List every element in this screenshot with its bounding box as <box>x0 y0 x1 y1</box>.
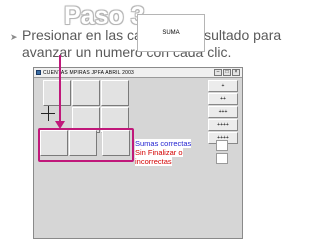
unfinished-label: Sin Finalizar o <box>135 148 183 157</box>
incorrect-count-box <box>216 153 228 164</box>
crosshair-cursor-icon <box>48 106 49 121</box>
close-icon[interactable]: × <box>232 69 240 76</box>
operation-button[interactable]: + <box>208 80 238 92</box>
slide-title: Paso 3 <box>64 2 145 30</box>
correct-sums-label: Sumas correctas <box>135 139 192 148</box>
sum-label: SUMA <box>162 30 180 36</box>
operation-button[interactable]: ++++ <box>208 119 238 131</box>
minimize-icon[interactable]: – <box>214 69 222 76</box>
app-icon <box>36 70 41 75</box>
correct-count-box <box>216 140 228 151</box>
operation-button[interactable]: ++ <box>208 93 238 105</box>
window-titlebar: CUENTAS MPIRAS JPFA ABRIL 2003 – □ × <box>34 68 242 78</box>
window-title: CUENTAS MPIRAS JPFA ABRIL 2003 <box>43 69 135 76</box>
result-cells-highlight <box>38 128 134 162</box>
incorrect-label: incorrectas <box>135 157 172 166</box>
pointer-arrow-icon <box>59 55 61 122</box>
number-cell[interactable] <box>72 80 100 106</box>
bullet-arrow-icon: ➤ <box>10 33 18 43</box>
number-cell[interactable] <box>101 80 129 106</box>
maximize-icon[interactable]: □ <box>223 69 231 76</box>
number-cell[interactable] <box>43 80 71 106</box>
operation-button[interactable]: +++ <box>208 106 238 118</box>
sum-display: SUMA <box>137 14 205 52</box>
pointer-arrow-icon <box>55 121 65 129</box>
